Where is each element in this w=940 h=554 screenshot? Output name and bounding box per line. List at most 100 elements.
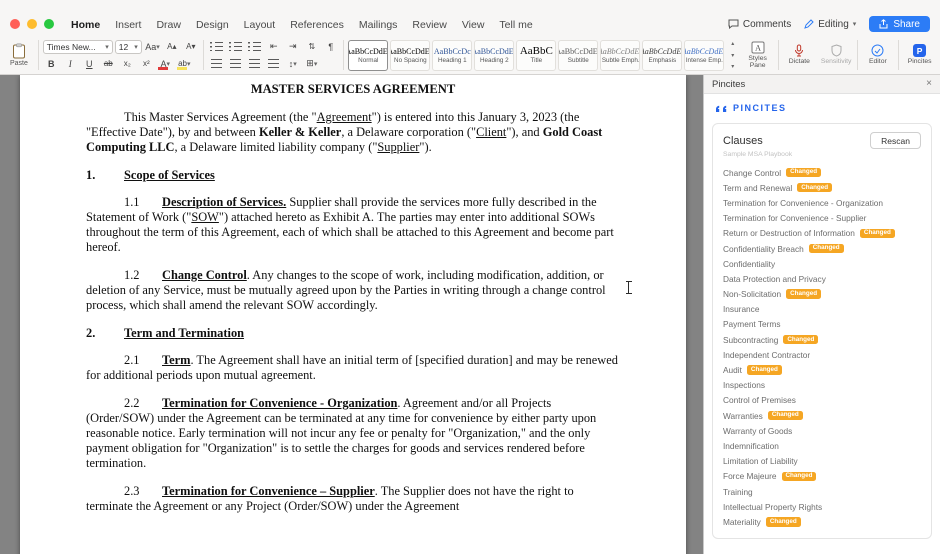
clause-label: Warranty of Goods <box>723 426 792 436</box>
tab-review[interactable]: Review <box>411 17 447 33</box>
style-normal[interactable]: AaBbCcDdEeNormal <box>348 40 388 71</box>
tab-design[interactable]: Design <box>195 17 230 33</box>
underline-button[interactable]: U <box>81 57 98 71</box>
justify-button[interactable] <box>265 57 282 71</box>
align-right-button[interactable] <box>246 57 263 71</box>
dictate-button[interactable]: Dictate <box>783 44 816 66</box>
subscript-button[interactable]: x₂ <box>119 57 136 71</box>
font-name-select[interactable]: Times New...▾ <box>43 40 113 54</box>
clause-item-confidentiality[interactable]: Confidentiality <box>723 256 921 271</box>
rescan-button[interactable]: Rescan <box>870 132 921 149</box>
clause-label: Non-Solicitation <box>723 289 781 299</box>
highlight-button[interactable]: ab▾ <box>176 57 193 71</box>
grow-font-button[interactable]: A▴ <box>163 40 180 54</box>
indent-button[interactable]: ⇥ <box>284 40 301 54</box>
tab-draw[interactable]: Draw <box>155 17 182 33</box>
paragraph-number: 2.3 <box>124 484 162 499</box>
clause-item-termination-for-convenience-organization[interactable]: Termination for Convenience - Organizati… <box>723 195 921 210</box>
paste-button[interactable]: Paste <box>4 43 34 68</box>
clause-item-warranty-of-goods[interactable]: Warranty of Goods <box>723 423 921 438</box>
clause-item-change-control[interactable]: Change ControlChanged <box>723 165 921 180</box>
gallery-scroll-down-icon[interactable]: ▾ <box>731 52 734 59</box>
tab-home[interactable]: Home <box>70 17 101 33</box>
clause-item-control-of-premises[interactable]: Control of Premises <box>723 393 921 408</box>
change-case-button[interactable]: Aa▾ <box>144 40 162 54</box>
font-size-select[interactable]: 12▾ <box>115 40 142 54</box>
clause-item-indemnification[interactable]: Indemnification <box>723 438 921 453</box>
editor-label: Editor <box>869 58 887 66</box>
sort-button[interactable]: ⇅ <box>303 40 320 54</box>
tab-references[interactable]: References <box>289 17 345 33</box>
clause-item-force-majeure[interactable]: Force MajeureChanged <box>723 469 921 484</box>
style-subtitle[interactable]: AaBbCcDdEeSubtitle <box>558 40 598 71</box>
gallery-scroll-up-icon[interactable]: ▴ <box>731 40 734 47</box>
clause-item-insurance[interactable]: Insurance <box>723 302 921 317</box>
tab-mailings[interactable]: Mailings <box>358 17 399 33</box>
styles-pane-button[interactable]: A Styles Pane <box>741 41 774 70</box>
shrink-font-button[interactable]: A▾ <box>182 40 199 54</box>
comments-button[interactable]: Comments <box>728 19 791 30</box>
borders-button[interactable]: ⊞▾ <box>303 57 320 71</box>
paragraph-number: 1.1 <box>124 195 162 210</box>
clause-item-data-protection-and-privacy[interactable]: Data Protection and Privacy <box>723 271 921 286</box>
style-intense-emp[interactable]: AaBbCcDdEeIntense Emp... <box>684 40 724 71</box>
style-subtle-emph[interactable]: AaBbCcDdEeSubtle Emph... <box>600 40 640 71</box>
pincites-addin-button[interactable]: P Pincites <box>903 44 936 66</box>
multilevel-list-button[interactable] <box>246 40 263 54</box>
clause-item-termination-for-convenience-supplier[interactable]: Termination for Convenience - Supplier <box>723 211 921 226</box>
gallery-expand-icon[interactable]: ▾ <box>731 63 734 70</box>
style-emphasis[interactable]: AaBbCcDdEeEmphasis <box>642 40 682 71</box>
clause-item-limitation-of-liability[interactable]: Limitation of Liability <box>723 454 921 469</box>
clause-item-inspections[interactable]: Inspections <box>723 378 921 393</box>
style-heading-1[interactable]: AaBbCcDcHeading 1 <box>432 40 472 71</box>
clause-label: Return or Destruction of Information <box>723 228 855 238</box>
editing-mode-button[interactable]: Editing ▾ <box>804 19 856 30</box>
tab-view[interactable]: View <box>461 17 486 33</box>
italic-button[interactable]: I <box>62 57 79 71</box>
style-no-spacing[interactable]: AaBbCcDdEeNo Spacing <box>390 40 430 71</box>
align-left-button[interactable] <box>208 57 225 71</box>
changed-badge: Changed <box>768 411 803 420</box>
clause-item-return-or-destruction-of-information[interactable]: Return or Destruction of InformationChan… <box>723 226 921 241</box>
clause-label: Termination for Convenience - Supplier <box>723 213 866 223</box>
clause-item-term-and-renewal[interactable]: Term and RenewalChanged <box>723 180 921 195</box>
align-center-button[interactable] <box>227 57 244 71</box>
close-panel-icon[interactable]: × <box>926 79 932 89</box>
numbered-list-icon <box>229 42 242 51</box>
sensitivity-button[interactable]: Sensitivity <box>820 44 853 66</box>
font-color-button[interactable]: A▾ <box>157 57 174 71</box>
style-heading-2[interactable]: AaBbCcDdEeHeading 2 <box>474 40 514 71</box>
share-button[interactable]: Share <box>869 16 930 32</box>
style-title[interactable]: AaBbCTitle <box>516 40 556 71</box>
highlight-swatch <box>177 67 187 70</box>
clause-item-independent-contractor[interactable]: Independent Contractor <box>723 347 921 362</box>
tab-insert[interactable]: Insert <box>114 17 142 33</box>
line-spacing-button[interactable]: ↕▾ <box>284 57 301 71</box>
zoom-window-button[interactable] <box>44 19 54 29</box>
styles-gallery-scroll[interactable]: ▴ ▾ ▾ <box>728 40 737 70</box>
editor-button[interactable]: Editor <box>862 44 895 66</box>
clause-item-confidentiality-breach[interactable]: Confidentiality BreachChanged <box>723 241 921 256</box>
numbered-list-button[interactable] <box>227 40 244 54</box>
clause-item-non-solicitation[interactable]: Non-SolicitationChanged <box>723 287 921 302</box>
bold-button[interactable]: B <box>43 57 60 71</box>
style-preview: AaBbCcDdEe <box>474 46 514 57</box>
tab-layout[interactable]: Layout <box>243 17 277 33</box>
bullet-list-button[interactable] <box>208 40 225 54</box>
clause-item-training[interactable]: Training <box>723 484 921 499</box>
document-canvas: MASTER SERVICES AGREEMENT This Master Se… <box>0 75 703 554</box>
outdent-button[interactable]: ⇤ <box>265 40 282 54</box>
strikethrough-button[interactable]: ab <box>100 57 117 71</box>
tab-tell-me[interactable]: Tell me <box>498 17 533 33</box>
close-window-button[interactable] <box>10 19 20 29</box>
document-page[interactable]: MASTER SERVICES AGREEMENT This Master Se… <box>20 75 686 554</box>
clause-item-payment-terms[interactable]: Payment Terms <box>723 317 921 332</box>
clause-item-intellectual-property-rights[interactable]: Intellectual Property Rights <box>723 499 921 514</box>
minimize-window-button[interactable] <box>27 19 37 29</box>
clause-item-subcontracting[interactable]: SubcontractingChanged <box>723 332 921 347</box>
superscript-button[interactable]: x² <box>138 57 155 71</box>
clause-item-warranties[interactable]: WarrantiesChanged <box>723 408 921 423</box>
clause-item-audit[interactable]: AuditChanged <box>723 362 921 377</box>
clause-item-materiality[interactable]: MaterialityChanged <box>723 514 921 529</box>
show-paragraph-marks-button[interactable]: ¶ <box>322 40 339 54</box>
